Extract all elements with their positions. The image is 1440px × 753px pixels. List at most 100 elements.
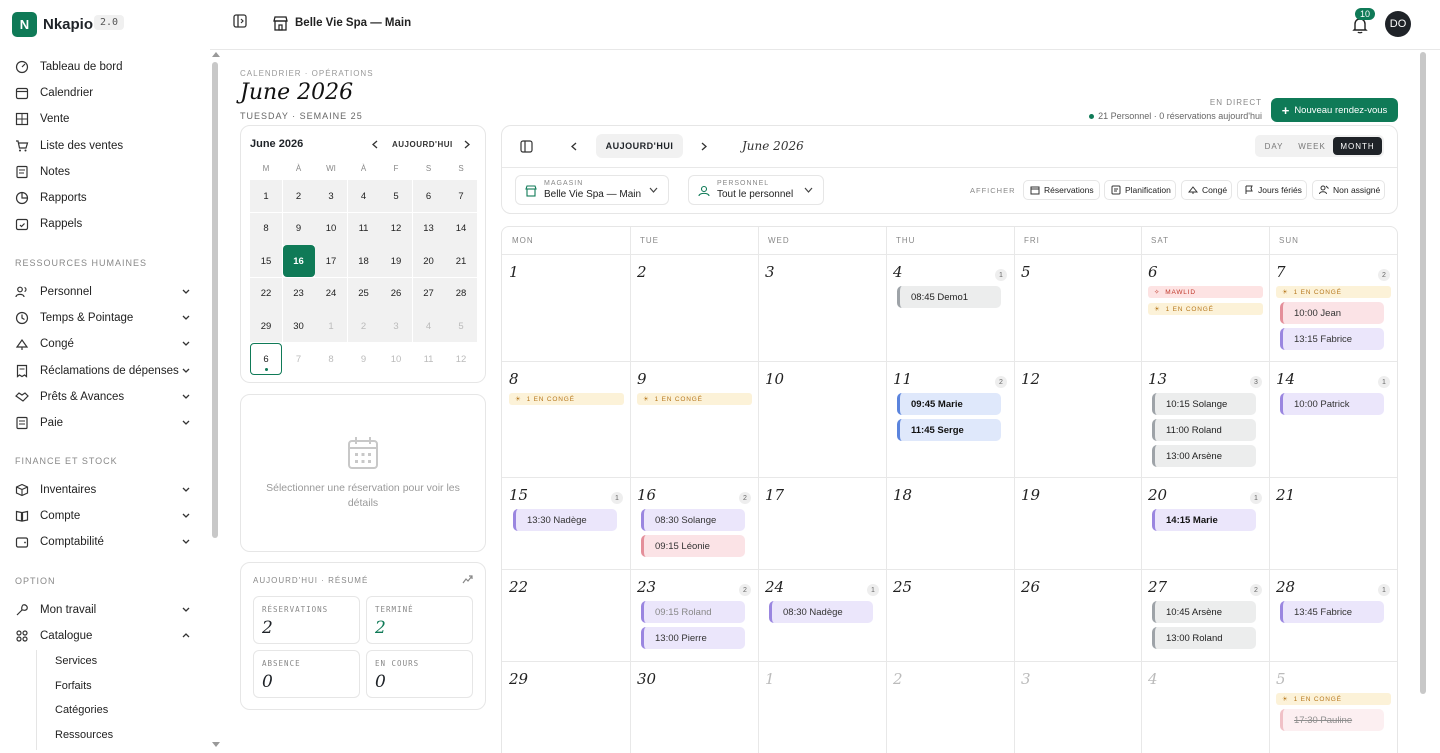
mini-calendar-day[interactable]: 3 [380,310,412,343]
calendar-event[interactable]: 11:45 Serge [897,419,1001,441]
new-appointment-button[interactable]: + Nouveau rendez-vous [1271,98,1398,122]
day-cell[interactable] [758,254,886,361]
catalogue-sub-item[interactable]: Forfaits [55,680,92,692]
mini-calendar-day[interactable]: 13 [412,212,445,245]
sidebar-item-calendrier[interactable]: Calendrier [15,81,198,105]
day-cell[interactable] [1141,661,1269,753]
calendar-event[interactable]: 09:15 Léonie [641,535,745,557]
day-cell[interactable] [630,254,758,361]
sidebar-item-comptabilité[interactable]: Comptabilité [15,530,198,554]
mini-calendar-day[interactable]: 4 [412,310,445,343]
mini-calendar-day[interactable]: 16 [282,245,315,278]
day-cell[interactable] [886,661,1014,753]
mini-calendar-day[interactable]: 25 [347,277,380,310]
mini-calendar-day[interactable]: 11 [347,212,380,245]
mini-calendar-day[interactable]: 28 [445,277,477,310]
day-cell[interactable] [758,661,886,753]
sidebar-item-catalogue[interactable]: Catalogue [15,624,198,648]
mini-calendar-day[interactable]: 26 [380,277,412,310]
mini-calendar-day[interactable]: 20 [412,245,445,278]
mini-calendar-day[interactable]: 7 [282,343,315,375]
catalogue-sub-item[interactable]: Catégories [55,704,108,716]
mini-calendar-day[interactable]: 23 [282,277,315,310]
holiday-tag[interactable]: ✧ MAWLID [1148,286,1263,298]
today-button[interactable]: AUJOURD'HUI [596,134,683,158]
sidebar-item-paie[interactable]: Paie [15,411,198,435]
calendar-event[interactable]: 09:15 Roland [641,601,745,623]
mini-calendar-day[interactable]: 21 [445,245,477,278]
mini-calendar-day[interactable]: 2 [282,180,315,212]
sidebar-scrollbar[interactable] [212,62,218,538]
mini-calendar-day[interactable]: 6 [412,180,445,212]
chip-planning[interactable]: Planification [1104,180,1176,200]
day-cell[interactable] [502,254,630,361]
mini-calendar-day[interactable]: 10 [315,212,347,245]
sidebar-item-rappels[interactable]: Rappels [15,212,198,236]
mini-prev-icon[interactable] [371,140,379,149]
scroll-down-icon[interactable] [212,742,220,748]
panel-toggle-icon[interactable] [520,140,533,153]
mini-calendar-day[interactable]: 9 [282,212,315,245]
mini-calendar-day[interactable]: 4 [347,180,380,212]
calendar-event[interactable]: 13:45 Fabrice [1280,601,1384,623]
store-name[interactable]: Belle Vie Spa — Main [295,17,411,29]
mini-calendar-day[interactable]: 19 [380,245,412,278]
view-month-button[interactable]: MONTH [1333,137,1382,155]
mini-today-button[interactable]: AUJOURD'HUI [392,140,453,149]
mini-calendar-day[interactable]: 2 [347,310,380,343]
mini-calendar-day[interactable]: 9 [347,343,380,375]
store-select[interactable]: MAGASIN Belle Vie Spa — Main [515,175,669,205]
calendar-event[interactable]: 10:45 Arsène [1152,601,1256,623]
mini-calendar-day[interactable]: 8 [315,343,347,375]
mini-next-icon[interactable] [463,140,471,149]
mini-calendar-day[interactable]: 22 [250,277,282,310]
catalogue-sub-item[interactable]: Ressources [55,729,113,741]
mini-calendar-day[interactable]: 24 [315,277,347,310]
mini-calendar-day[interactable]: 27 [412,277,445,310]
mini-calendar-day[interactable]: 17 [315,245,347,278]
leave-tag[interactable]: ☀ 1 EN CONGÉ [509,393,624,405]
chip-unassigned[interactable]: Non assigné [1312,180,1385,200]
mini-calendar-day[interactable]: 30 [282,310,315,343]
sidebar-item-congé[interactable]: Congé [15,332,198,356]
app-logo[interactable]: N [12,12,37,37]
leave-tag[interactable]: ☀ 1 EN CONGÉ [1148,303,1263,315]
staff-select[interactable]: PERSONNEL Tout le personnel [688,175,824,205]
sidebar-item-réclamations-de-dépenses[interactable]: Réclamations de dépenses [15,359,198,383]
mini-calendar-day[interactable]: 7 [445,180,477,212]
calendar-event[interactable]: 08:30 Nadège [769,601,873,623]
mini-calendar-day[interactable]: 5 [380,180,412,212]
calendar-event[interactable]: 08:45 Demo1 [897,286,1001,308]
sidebar-item-mon-travail[interactable]: Mon travail [15,598,198,622]
scroll-up-icon[interactable] [212,51,220,57]
sidebar-item-inventaires[interactable]: Inventaires [15,478,198,502]
chip-leave[interactable]: Congé [1181,180,1232,200]
mini-calendar-day[interactable]: 8 [250,212,282,245]
mini-calendar-day[interactable]: 14 [445,212,477,245]
sidebar-item-liste-des-ventes[interactable]: Liste des ventes [15,134,198,158]
day-cell[interactable] [630,361,758,477]
mini-calendar-day[interactable]: 15 [250,245,282,278]
calendar-event[interactable]: 09:45 Marie [897,393,1001,415]
calendar-event[interactable]: 14:15 Marie [1152,509,1256,531]
chip-holidays[interactable]: Jours fériés [1237,180,1307,200]
sidebar-item-rapports[interactable]: Rapports [15,186,198,210]
calendar-event[interactable]: 10:00 Jean [1280,302,1384,324]
prev-month-icon[interactable] [570,142,578,151]
day-cell[interactable] [502,361,630,477]
mini-calendar-day[interactable]: 12 [380,212,412,245]
sidebar-item-vente[interactable]: Vente [15,107,198,131]
mini-calendar-day[interactable]: 6 [250,343,282,375]
mini-calendar-day[interactable]: 1 [250,180,282,212]
sidebar-item-temps-pointage[interactable]: Temps & Pointage [15,306,198,330]
sidebar-item-personnel[interactable]: Personnel [15,280,198,304]
mini-calendar-day[interactable]: 12 [445,343,477,375]
day-cell[interactable] [1269,661,1397,753]
sidebar-item-notes[interactable]: Notes [15,160,198,184]
calendar-event[interactable]: 13:00 Arsène [1152,445,1256,467]
calendar-event[interactable]: 13:00 Pierre [641,627,745,649]
calendar-event[interactable]: 10:15 Solange [1152,393,1256,415]
view-day-button[interactable]: DAY [1257,137,1291,155]
day-cell[interactable] [1014,661,1141,753]
calendar-event[interactable]: 10:00 Patrick [1280,393,1384,415]
